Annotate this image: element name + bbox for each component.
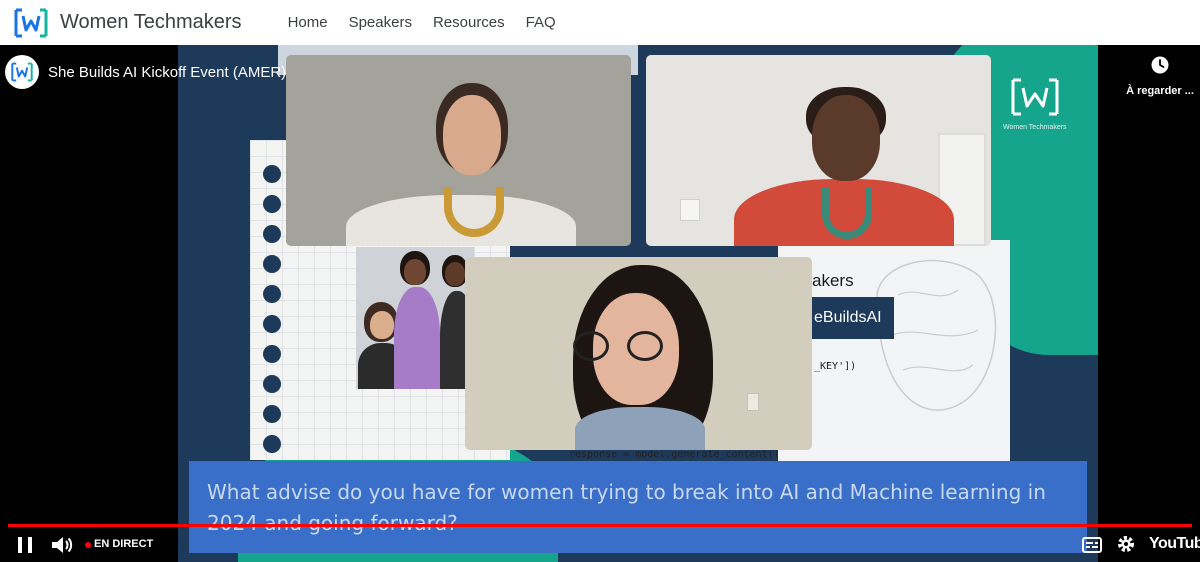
participant-body [575, 407, 705, 450]
binder-hole [263, 195, 281, 213]
nav-faq[interactable]: FAQ [526, 14, 556, 31]
brand[interactable]: Women Techmakers [14, 8, 242, 38]
wall-switch [747, 393, 759, 411]
watch-later-label: À regarder ... [1126, 85, 1194, 97]
nav-speakers[interactable]: Speakers [349, 14, 412, 31]
live-label[interactable]: EN DIRECT [94, 538, 153, 550]
wall-switch [680, 199, 700, 221]
binder-hole [263, 345, 281, 363]
pause-icon[interactable] [16, 535, 34, 555]
wtm-text-fragment: akers [812, 271, 854, 290]
main-nav: Home Speakers Resources FAQ [288, 14, 556, 31]
participant-face [443, 95, 501, 175]
binder-hole [263, 285, 281, 303]
brain-sketch [876, 259, 997, 411]
stage-logo-text: Women Techmakers [1003, 124, 1067, 131]
hashtag-label: eBuildsAI [810, 297, 894, 339]
nav-resources[interactable]: Resources [433, 14, 505, 31]
binder-hole [263, 255, 281, 273]
group-photo [356, 247, 474, 389]
binder-hole [263, 405, 281, 423]
binder-hole [263, 375, 281, 393]
video-frame: akers eBuildsAI _KEY']) response = model… [178, 45, 1098, 562]
necklace [822, 187, 872, 239]
volume-icon[interactable] [50, 534, 74, 556]
subtitles-icon[interactable] [1082, 537, 1102, 553]
participant-face [812, 95, 880, 181]
video-title[interactable]: She Builds AI Kickoff Event (AMER) [48, 64, 286, 81]
code-snippet: _KEY']) [814, 361, 857, 372]
glasses [627, 331, 663, 361]
video-header: She Builds AI Kickoff Event (AMER) À reg… [0, 45, 1200, 105]
watch-later-button[interactable]: À regarder ... [1120, 55, 1200, 97]
brand-name: Women Techmakers [60, 11, 242, 33]
site-header: Women Techmakers Home Speakers Resources… [0, 0, 1200, 45]
binder-hole [263, 435, 281, 453]
glasses [573, 331, 609, 361]
video-player[interactable]: akers eBuildsAI _KEY']) response = model… [0, 45, 1200, 562]
code-snippet: response = model.generate_content(( [569, 449, 780, 460]
player-controls: EN DIRECT YouTube [0, 527, 1200, 562]
nav-home[interactable]: Home [288, 14, 328, 31]
clock-icon [1151, 56, 1169, 74]
participant-tile[interactable] [465, 257, 812, 450]
channel-avatar[interactable] [5, 55, 39, 89]
youtube-logo[interactable]: YouTube [1149, 535, 1200, 553]
binder-hole [263, 165, 281, 183]
wtm-logo-icon [14, 8, 48, 37]
live-indicator-icon [85, 542, 91, 548]
binder-hole [263, 315, 281, 333]
binder-hole [263, 225, 281, 243]
wtm-logo-icon [11, 62, 33, 82]
settings-gear-icon[interactable] [1116, 534, 1136, 554]
